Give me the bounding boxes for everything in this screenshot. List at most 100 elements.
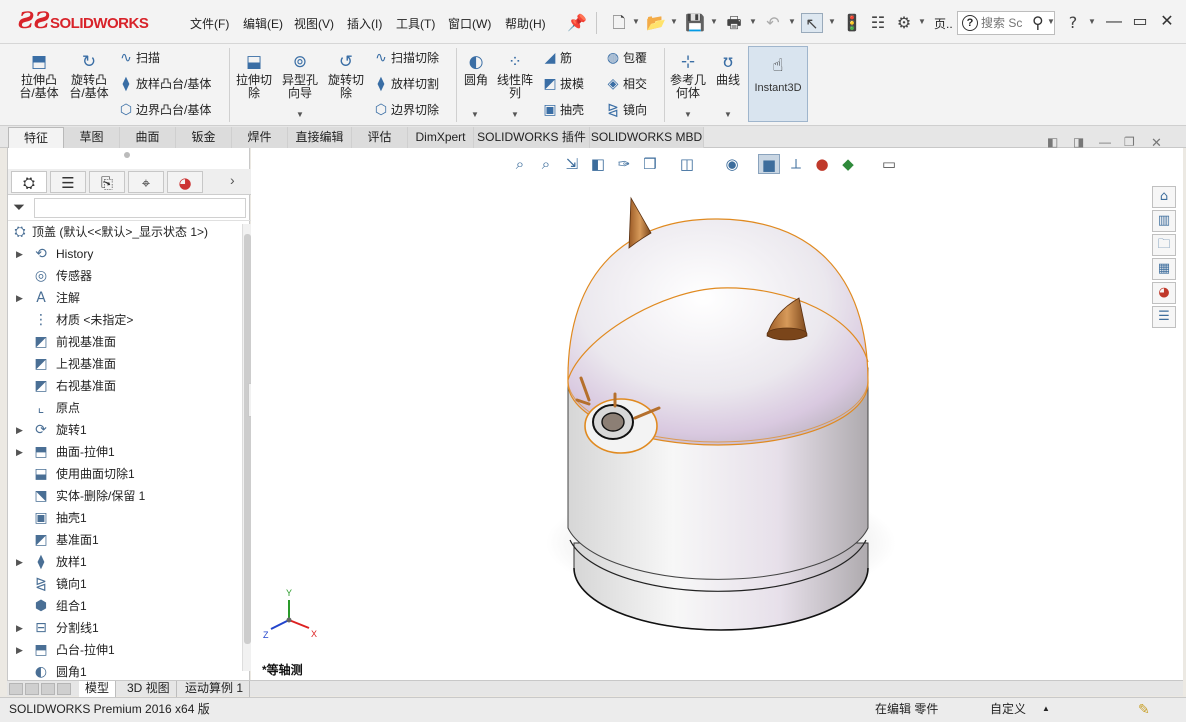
print-dropdown-icon[interactable]: ▼: [749, 17, 757, 26]
options-gear-icon[interactable]: ⚙: [893, 13, 915, 33]
expand-arrow-icon[interactable]: ▶: [16, 243, 23, 265]
quick-tips-icon[interactable]: ✎: [1138, 698, 1150, 720]
tab-solidworks-addins[interactable]: SOLIDWORKS 插件: [474, 127, 590, 148]
file-properties-icon[interactable]: ☷: [867, 13, 889, 33]
hole-wizard-dropdown-icon[interactable]: ▼: [296, 110, 304, 119]
menu-view[interactable]: 视图(V): [294, 15, 334, 32]
mirror-button[interactable]: ⧎ 镜向: [603, 100, 647, 120]
undo-dropdown-icon[interactable]: ▼: [788, 17, 796, 26]
search-dropdown-icon[interactable]: ▼: [1047, 17, 1055, 26]
hole-wizard-button[interactable]: ⊚ 异型孔 向导: [278, 52, 322, 100]
tree-item[interactable]: ▶ ⟲ History: [8, 243, 240, 265]
menu-help[interactable]: 帮助(H): [505, 15, 546, 32]
tab-motion-study[interactable]: 运动算例 1: [179, 681, 251, 697]
menu-insert[interactable]: 插入(I): [347, 15, 382, 32]
tree-scrollbar[interactable]: [242, 224, 251, 671]
search-input[interactable]: [981, 15, 1031, 31]
save-icon[interactable]: 💾: [684, 13, 706, 33]
3d-model-canvas[interactable]: Y X Z: [251, 148, 1183, 680]
save-dropdown-icon[interactable]: ▼: [710, 17, 718, 26]
filter-funnel-icon[interactable]: ⏷: [13, 198, 25, 216]
expand-arrow-icon[interactable]: ▶: [16, 639, 23, 661]
custom-properties-icon[interactable]: ☰: [1152, 306, 1176, 328]
first-tab-arrow-icon[interactable]: [9, 683, 23, 695]
fillet-dropdown-icon[interactable]: ▼: [471, 110, 479, 119]
tree-item[interactable]: ▶ ⬒ 凸台-拉伸1: [8, 639, 240, 661]
tab-direct-editing[interactable]: 直接编辑: [288, 127, 352, 148]
curves-button[interactable]: ʊ 曲线: [711, 52, 745, 87]
viewport-restore-icon[interactable]: ❐: [1124, 135, 1135, 149]
tab-sketch[interactable]: 草图: [64, 127, 120, 148]
boundary-boss-button[interactable]: ⬡ 边界凸台/基体: [116, 100, 211, 120]
tab-dimxpert[interactable]: DimXpert: [408, 127, 474, 148]
tree-item[interactable]: ◩ 基准面1: [8, 529, 240, 551]
tree-item[interactable]: ▶ ⬒ 曲面-拉伸1: [8, 441, 240, 463]
tab-sheet-metal[interactable]: 钣金: [176, 127, 232, 148]
prev-tab-arrow-icon[interactable]: [25, 683, 39, 695]
sweep-cut-button[interactable]: ∿ 扫描切除: [371, 48, 439, 68]
design-library-icon[interactable]: ▥: [1152, 210, 1176, 232]
menu-edit[interactable]: 编辑(E): [243, 15, 283, 32]
viewport-minimize-icon[interactable]: —: [1099, 135, 1111, 149]
shell-button[interactable]: ▣ 抽壳: [540, 100, 584, 120]
open-folder-icon[interactable]: 📂: [645, 13, 667, 33]
tree-item[interactable]: ⬢ 组合1: [8, 595, 240, 617]
expand-arrow-icon[interactable]: ▶: [16, 551, 23, 573]
tree-item[interactable]: ◩ 上视基准面: [8, 353, 240, 375]
menu-file[interactable]: 文件(F): [190, 15, 229, 32]
tab-surfaces[interactable]: 曲面: [120, 127, 176, 148]
search-box[interactable]: ? ⚲: [957, 11, 1055, 35]
page-label[interactable]: 页..: [934, 15, 953, 32]
wrap-button[interactable]: ◍ 包覆: [603, 48, 647, 68]
menu-tools[interactable]: 工具(T): [396, 15, 435, 32]
rib-button[interactable]: ◢ 筋: [540, 48, 572, 68]
intersect-button[interactable]: ◈ 相交: [603, 74, 647, 94]
search-icon[interactable]: ⚲: [1032, 13, 1044, 33]
rebuild-traffic-light-icon[interactable]: 🚦: [841, 13, 863, 33]
tree-item[interactable]: ⬔ 实体-删除/保留 1: [8, 485, 240, 507]
tab-solidworks-mbd[interactable]: SOLIDWORKS MBD: [590, 127, 704, 148]
undo-icon[interactable]: ↶: [762, 13, 784, 33]
appearances-scenes-icon[interactable]: ◕: [1152, 282, 1176, 304]
tree-item[interactable]: ▶ ⧫ 放样1: [8, 551, 240, 573]
expand-arrow-icon[interactable]: ▶: [16, 419, 23, 441]
print-icon[interactable]: 🖶: [723, 13, 745, 33]
tab-3d-view[interactable]: 3D 视图: [121, 681, 177, 697]
solidworks-resources-icon[interactable]: ⌂: [1152, 186, 1176, 208]
sweep-button[interactable]: ∿ 扫描: [116, 48, 160, 68]
revolve-cut-button[interactable]: ↺ 旋转切 除: [324, 52, 368, 100]
reference-geometry-button[interactable]: ⊹ 参考几 何体: [667, 52, 709, 100]
last-tab-arrow-icon[interactable]: [57, 683, 71, 695]
open-dropdown-icon[interactable]: ▼: [670, 17, 678, 26]
ref-geometry-dropdown-icon[interactable]: ▼: [684, 110, 692, 119]
select-arrow-icon[interactable]: ↖: [801, 13, 823, 33]
close-window-icon[interactable]: ✕: [1155, 10, 1179, 34]
tab-weldments[interactable]: 焊件: [232, 127, 288, 148]
help-button[interactable]: ?: [1062, 13, 1084, 33]
loft-boss-button[interactable]: ⧫ 放样凸台/基体: [116, 74, 212, 94]
units-dropdown-icon[interactable]: ▲: [1042, 698, 1050, 720]
file-explorer-icon[interactable]: 🗀: [1152, 234, 1176, 256]
top-cover-model[interactable]: [546, 196, 896, 631]
tree-root[interactable]: ⛭ 顶盖 (默认<<默认>_显示状态 1>): [8, 221, 240, 243]
viewport-prev-icon[interactable]: ◧: [1047, 135, 1058, 149]
viewport-next-icon[interactable]: ◨: [1073, 135, 1084, 149]
display-manager-tab-icon[interactable]: ◕: [167, 171, 203, 193]
help-dropdown-icon[interactable]: ▼: [1088, 17, 1096, 26]
scrollbar-thumb[interactable]: [244, 234, 251, 644]
loft-cut-button[interactable]: ⧫ 放样切割: [371, 74, 439, 94]
extrude-cut-button[interactable]: ⬓ 拉伸切 除: [232, 52, 276, 100]
viewport-close-icon[interactable]: ✕: [1151, 135, 1162, 151]
next-tab-arrow-icon[interactable]: [41, 683, 55, 695]
new-dropdown-icon[interactable]: ▼: [632, 17, 640, 26]
graphics-area[interactable]: ⌕ ⌕ ⇲ ◧ ✑ ❒ ◫ ◉ ■ ⟂ ● ◆ ▭ Y X Z ◧ ◨ — ❐ …: [251, 135, 1183, 680]
tree-item[interactable]: ▶ A 注解: [8, 287, 240, 309]
minimize-window-icon[interactable]: —: [1102, 10, 1126, 34]
linear-pattern-button[interactable]: ⁘ 线性阵 列: [494, 52, 536, 100]
options-dropdown-icon[interactable]: ▼: [918, 17, 926, 26]
solidworks-logo[interactable]: ƧƧ SOLIDWORKS: [8, 6, 160, 38]
configuration-manager-tab-icon[interactable]: ⎘: [89, 171, 125, 193]
pattern-dropdown-icon[interactable]: ▼: [511, 110, 519, 119]
select-dropdown-icon[interactable]: ▼: [828, 17, 836, 26]
tab-features[interactable]: 特征: [8, 127, 64, 148]
